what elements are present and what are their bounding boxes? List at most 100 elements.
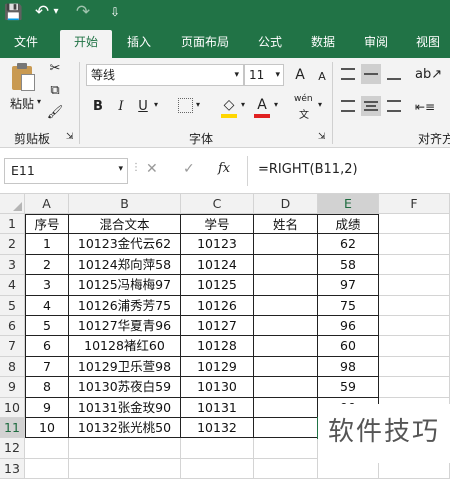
fill-color-dropdown-icon[interactable]: ▾ <box>241 100 245 109</box>
cell-E1[interactable]: 成绩 <box>318 214 379 235</box>
cell-E4[interactable]: 97 <box>318 275 379 296</box>
row-header-4[interactable]: 4 <box>0 275 25 296</box>
cell-E9[interactable]: 59 <box>318 377 379 398</box>
row-header-5[interactable]: 5 <box>0 295 25 316</box>
cell-D3[interactable] <box>254 254 318 276</box>
phonetic-dropdown-icon[interactable]: ▾ <box>318 100 322 109</box>
paste-button-label[interactable]: 粘贴 <box>10 95 34 112</box>
align-left-icon[interactable] <box>341 100 355 112</box>
cell-B11[interactable]: 10132张光桃50 <box>69 418 181 439</box>
grow-font-icon[interactable]: A <box>291 66 309 84</box>
formula-input[interactable]: =RIGHT(B11,2) <box>258 162 358 177</box>
cell-D12[interactable] <box>254 438 318 459</box>
borders-icon[interactable] <box>178 98 193 113</box>
indent-icon[interactable]: ⇤≡ <box>415 98 435 116</box>
tab-review[interactable]: 审阅 <box>364 32 388 52</box>
italic-button[interactable]: I <box>112 98 130 116</box>
tab-formulas[interactable]: 公式 <box>258 32 282 52</box>
orientation-icon[interactable]: ab↗ <box>415 66 442 84</box>
customize-toolbar-icon[interactable]: ⇩ <box>108 2 122 22</box>
row-header-2[interactable]: 2 <box>0 234 25 255</box>
row-header-10[interactable]: 10 <box>0 397 25 418</box>
cell-C12[interactable] <box>181 438 254 459</box>
cell-A11[interactable]: 10 <box>25 418 69 439</box>
cell-C10[interactable]: 10131 <box>181 397 254 418</box>
tab-home[interactable]: 开始 <box>60 30 112 58</box>
cell-E3[interactable]: 58 <box>318 254 379 276</box>
chevron-down-icon[interactable]: ▾ <box>234 65 239 85</box>
underline-dropdown-icon[interactable]: ▾ <box>154 100 158 109</box>
cell-C4[interactable]: 10125 <box>181 275 254 296</box>
phonetic-guide-icon[interactable]: wén <box>294 94 313 104</box>
tab-page-layout[interactable]: 页面布局 <box>181 32 229 52</box>
cell-C11[interactable]: 10132 <box>181 418 254 439</box>
cut-icon[interactable]: ✂ <box>46 60 64 78</box>
cell-B2[interactable]: 10123金代云62 <box>69 234 181 255</box>
tab-data[interactable]: 数据 <box>311 32 335 52</box>
cell-B7[interactable]: 10128褚红60 <box>69 336 181 357</box>
cell-A3[interactable]: 2 <box>25 254 69 276</box>
select-all-corner[interactable] <box>0 194 25 214</box>
column-header-d[interactable]: D <box>254 194 318 214</box>
cell-D13[interactable] <box>254 458 318 479</box>
font-color-icon[interactable]: A <box>253 96 271 114</box>
cell-C3[interactable]: 10124 <box>181 254 254 276</box>
align-middle-button[interactable] <box>361 64 381 84</box>
row-header-13[interactable]: 13 <box>0 458 25 479</box>
cancel-icon[interactable]: ✕ <box>146 161 158 177</box>
cell-F1[interactable] <box>379 214 450 235</box>
cell-B8[interactable]: 10129卫乐萱98 <box>69 356 181 378</box>
fill-color-icon[interactable]: ◇ <box>220 96 238 114</box>
column-header-e[interactable]: E <box>318 194 379 214</box>
cell-D1[interactable]: 姓名 <box>254 214 318 235</box>
row-header-6[interactable]: 6 <box>0 316 25 337</box>
cell-D5[interactable] <box>254 295 318 316</box>
cell-D9[interactable] <box>254 377 318 398</box>
row-header-1[interactable]: 1 <box>0 214 25 235</box>
cell-C6[interactable]: 10127 <box>181 316 254 337</box>
bold-button[interactable]: B <box>89 98 107 116</box>
cell-E7[interactable]: 60 <box>318 336 379 357</box>
cell-A10[interactable]: 9 <box>25 397 69 418</box>
row-header-3[interactable]: 3 <box>0 254 25 276</box>
cell-D8[interactable] <box>254 356 318 378</box>
cell-B12[interactable] <box>69 438 181 459</box>
cell-A8[interactable]: 7 <box>25 356 69 378</box>
redo-icon[interactable]: ↷ <box>74 2 92 22</box>
cell-D11[interactable] <box>254 418 318 439</box>
cell-A9[interactable]: 8 <box>25 377 69 398</box>
cell-A12[interactable] <box>25 438 69 459</box>
name-box[interactable]: E11 ▾ <box>4 158 128 184</box>
cell-F8[interactable] <box>379 356 450 378</box>
cell-D10[interactable] <box>254 397 318 418</box>
cell-E2[interactable]: 62 <box>318 234 379 255</box>
enter-icon[interactable]: ✓ <box>183 161 195 177</box>
copy-icon[interactable]: ⧉ <box>46 82 64 100</box>
cell-C1[interactable]: 学号 <box>181 214 254 235</box>
column-header-f[interactable]: F <box>379 194 450 214</box>
row-header-11[interactable]: 11 <box>0 418 25 439</box>
cell-D2[interactable] <box>254 234 318 255</box>
cell-C5[interactable]: 10126 <box>181 295 254 316</box>
insert-function-icon[interactable]: fx <box>218 161 230 176</box>
cell-C13[interactable] <box>181 458 254 479</box>
cell-B1[interactable]: 混合文本 <box>69 214 181 235</box>
cell-B10[interactable]: 10131张金玫90 <box>69 397 181 418</box>
paste-icon[interactable] <box>10 62 36 92</box>
cell-D6[interactable] <box>254 316 318 337</box>
cell-D7[interactable] <box>254 336 318 357</box>
cell-A13[interactable] <box>25 458 69 479</box>
column-header-a[interactable]: A <box>25 194 69 214</box>
cell-C9[interactable]: 10130 <box>181 377 254 398</box>
align-bottom-icon[interactable] <box>387 68 401 80</box>
column-header-c[interactable]: C <box>181 194 254 214</box>
cell-A4[interactable]: 3 <box>25 275 69 296</box>
cell-F2[interactable] <box>379 234 450 255</box>
save-icon[interactable]: 💾 <box>4 2 23 22</box>
font-launcher-icon[interactable]: ⇲ <box>318 132 326 142</box>
align-center-button[interactable] <box>361 96 381 116</box>
align-right-icon[interactable] <box>387 100 401 112</box>
cell-B6[interactable]: 10127华夏青96 <box>69 316 181 337</box>
cell-A1[interactable]: 序号 <box>25 214 69 235</box>
tab-view[interactable]: 视图 <box>416 32 440 52</box>
